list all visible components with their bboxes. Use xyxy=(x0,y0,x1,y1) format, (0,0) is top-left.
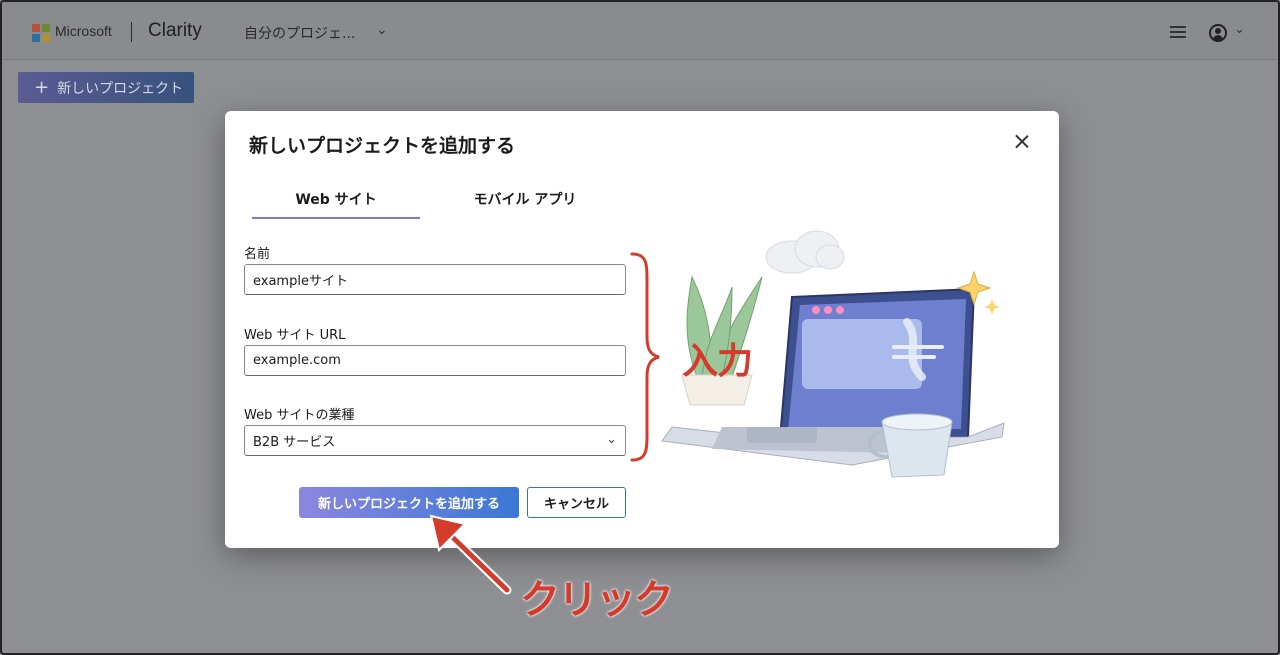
chevron-down-icon[interactable]: ⌄ xyxy=(376,22,388,38)
url-label: Web サイト URL xyxy=(244,328,346,343)
tab-website[interactable]: Web サイト xyxy=(252,189,420,219)
cancel-button[interactable]: キャンセル xyxy=(527,487,626,518)
input-annotation: 入力 xyxy=(682,341,753,382)
url-field[interactable] xyxy=(244,345,626,376)
brand-name: Microsoft xyxy=(55,23,112,39)
close-icon[interactable] xyxy=(1011,131,1033,153)
project-selector[interactable]: 自分のプロジェ... xyxy=(244,23,355,43)
chevron-down-icon: ⌄ xyxy=(606,432,617,447)
industry-label: Web サイトの業種 xyxy=(244,408,355,423)
top-bar: Microsoft Clarity 自分のプロジェ... ⌄ ⌄ xyxy=(2,2,1278,60)
product-name[interactable]: Clarity xyxy=(148,20,202,42)
microsoft-logo-icon xyxy=(32,24,50,42)
name-label: 名前 xyxy=(244,247,271,262)
plus-icon: + xyxy=(34,77,50,98)
industry-select[interactable]: B2B サービス ⌄ xyxy=(244,425,626,456)
user-icon[interactable] xyxy=(1209,24,1227,42)
app-window: Microsoft Clarity 自分のプロジェ... ⌄ ⌄ + 新しいプロ… xyxy=(0,0,1280,655)
name-field[interactable] xyxy=(244,264,626,295)
industry-value: B2B サービス xyxy=(253,435,336,450)
hamburger-icon[interactable] xyxy=(1170,26,1186,38)
chevron-down-icon[interactable]: ⌄ xyxy=(1234,22,1245,37)
brand-divider xyxy=(131,22,132,42)
tab-mobile-app[interactable]: モバイル アプリ xyxy=(439,189,611,209)
dialog-title: 新しいプロジェクトを追加する xyxy=(249,135,516,157)
new-project-button[interactable]: + 新しいプロジェクト xyxy=(18,72,194,103)
arrow-annotation-icon xyxy=(429,514,512,595)
click-annotation: クリック xyxy=(520,577,674,623)
new-project-label: 新しいプロジェクト xyxy=(57,80,184,97)
